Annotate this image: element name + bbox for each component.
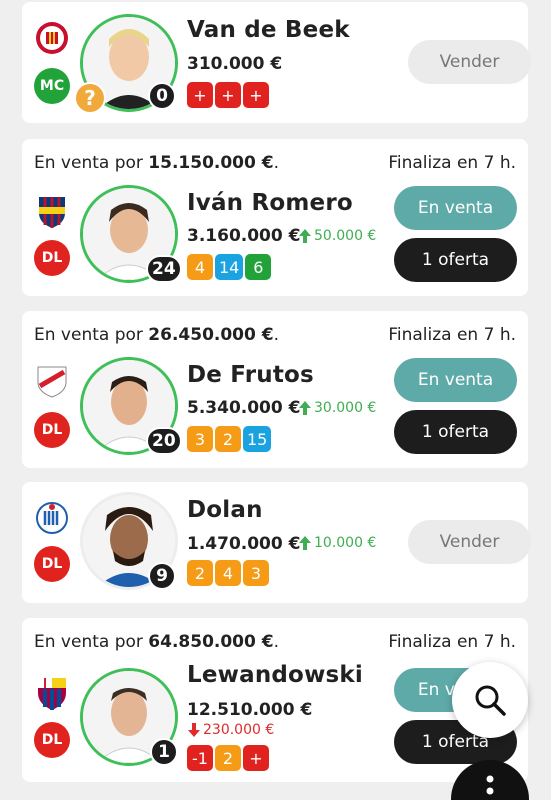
player-value: 1.470.000 € <box>187 534 301 554</box>
position-badge: DL <box>34 412 70 448</box>
player-value: 12.510.000 € <box>187 700 313 720</box>
jersey-number: 9 <box>148 562 176 590</box>
value-change: 50.000 € <box>298 228 376 244</box>
points-cell: 15 <box>243 426 272 452</box>
arrow-down-icon <box>188 723 200 737</box>
sale-price-line: En venta por 26.450.000 €. <box>34 325 279 345</box>
rayo-vallecano-crest-icon <box>34 363 70 399</box>
player-card[interactable]: En venta por 15.150.000 €. Finaliza en 7… <box>22 139 528 296</box>
on-sale-button[interactable]: En venta <box>394 358 517 402</box>
player-name: Van de Beek <box>187 17 350 43</box>
jersey-number: 1 <box>150 738 178 766</box>
points-row: 4 14 6 <box>187 254 272 280</box>
points-cell: 6 <box>245 254 272 280</box>
on-sale-button[interactable]: En venta <box>394 186 517 230</box>
points-cell: 2 <box>215 745 241 771</box>
espanyol-crest-icon <box>34 500 70 536</box>
levante-crest-icon <box>34 193 70 229</box>
sale-price-line: En venta por 15.150.000 €. <box>34 153 279 173</box>
player-card[interactable]: MC ? 0 Van de Beek 310.000 € + + + Vende… <box>22 2 531 123</box>
points-cell: + <box>243 82 269 108</box>
arrow-up-icon <box>299 536 311 550</box>
points-cell: 4 <box>187 254 213 280</box>
points-row: + + + <box>187 82 269 108</box>
arrow-up-icon <box>299 401 311 415</box>
sale-price: 26.450.000 € <box>148 325 274 345</box>
jersey-number: 20 <box>146 427 182 455</box>
sell-button[interactable]: Vender <box>408 520 531 564</box>
points-cell: + <box>187 82 213 108</box>
points-cell: 2 <box>187 560 213 586</box>
sale-ends: Finaliza en 7 h. <box>388 632 516 652</box>
more-vertical-icon <box>486 775 494 795</box>
value-change: 230.000 € <box>187 722 274 738</box>
points-cell: 4 <box>215 560 241 586</box>
sale-price: 15.150.000 € <box>148 153 274 173</box>
sale-price-line: En venta por 64.850.000 €. <box>34 632 279 652</box>
points-cell: -1 <box>187 745 213 771</box>
value-change: 10.000 € <box>298 535 376 551</box>
points-cell: + <box>215 82 241 108</box>
position-badge: DL <box>34 240 70 276</box>
player-value: 5.340.000 € <box>187 398 301 418</box>
points-cell: 14 <box>215 254 244 280</box>
player-card[interactable]: DL 9 Dolan 1.470.000 € 10.000 € 2 4 3 Ve… <box>22 482 531 603</box>
sell-button[interactable]: Vender <box>408 40 531 84</box>
girona-crest-icon <box>34 20 70 56</box>
points-cell: 2 <box>215 426 241 452</box>
position-badge: DL <box>34 722 70 758</box>
points-row: 2 4 3 <box>187 560 269 586</box>
points-cell: 3 <box>187 426 213 452</box>
player-name: Lewandowski <box>187 662 363 688</box>
player-name: De Frutos <box>187 362 314 388</box>
player-name: Dolan <box>187 497 263 523</box>
points-cell: 3 <box>243 560 269 586</box>
player-name: Iván Romero <box>187 190 353 216</box>
value-change: 30.000 € <box>298 400 376 416</box>
arrow-up-icon <box>299 229 311 243</box>
points-cell: + <box>243 745 269 771</box>
sale-ends: Finaliza en 7 h. <box>388 153 516 173</box>
jersey-number: 24 <box>146 255 182 283</box>
barcelona-crest-icon <box>34 675 70 711</box>
points-row: 3 2 15 <box>187 426 272 452</box>
player-card[interactable]: En venta por 26.450.000 €. Finaliza en 7… <box>22 311 528 468</box>
position-badge: MC <box>34 68 70 104</box>
player-value: 3.160.000 € <box>187 226 301 246</box>
points-row: -1 2 + <box>187 745 269 771</box>
offers-button[interactable]: 1 oferta <box>394 410 517 454</box>
search-button[interactable] <box>452 662 528 738</box>
player-value: 310.000 € <box>187 54 283 74</box>
sale-ends: Finaliza en 7 h. <box>388 325 516 345</box>
jersey-number: 0 <box>148 82 176 110</box>
offers-button[interactable]: 1 oferta <box>394 238 517 282</box>
position-badge: DL <box>34 546 70 582</box>
unknown-status-badge: ? <box>74 82 106 114</box>
search-icon <box>475 685 506 716</box>
sale-price: 64.850.000 € <box>148 632 274 652</box>
